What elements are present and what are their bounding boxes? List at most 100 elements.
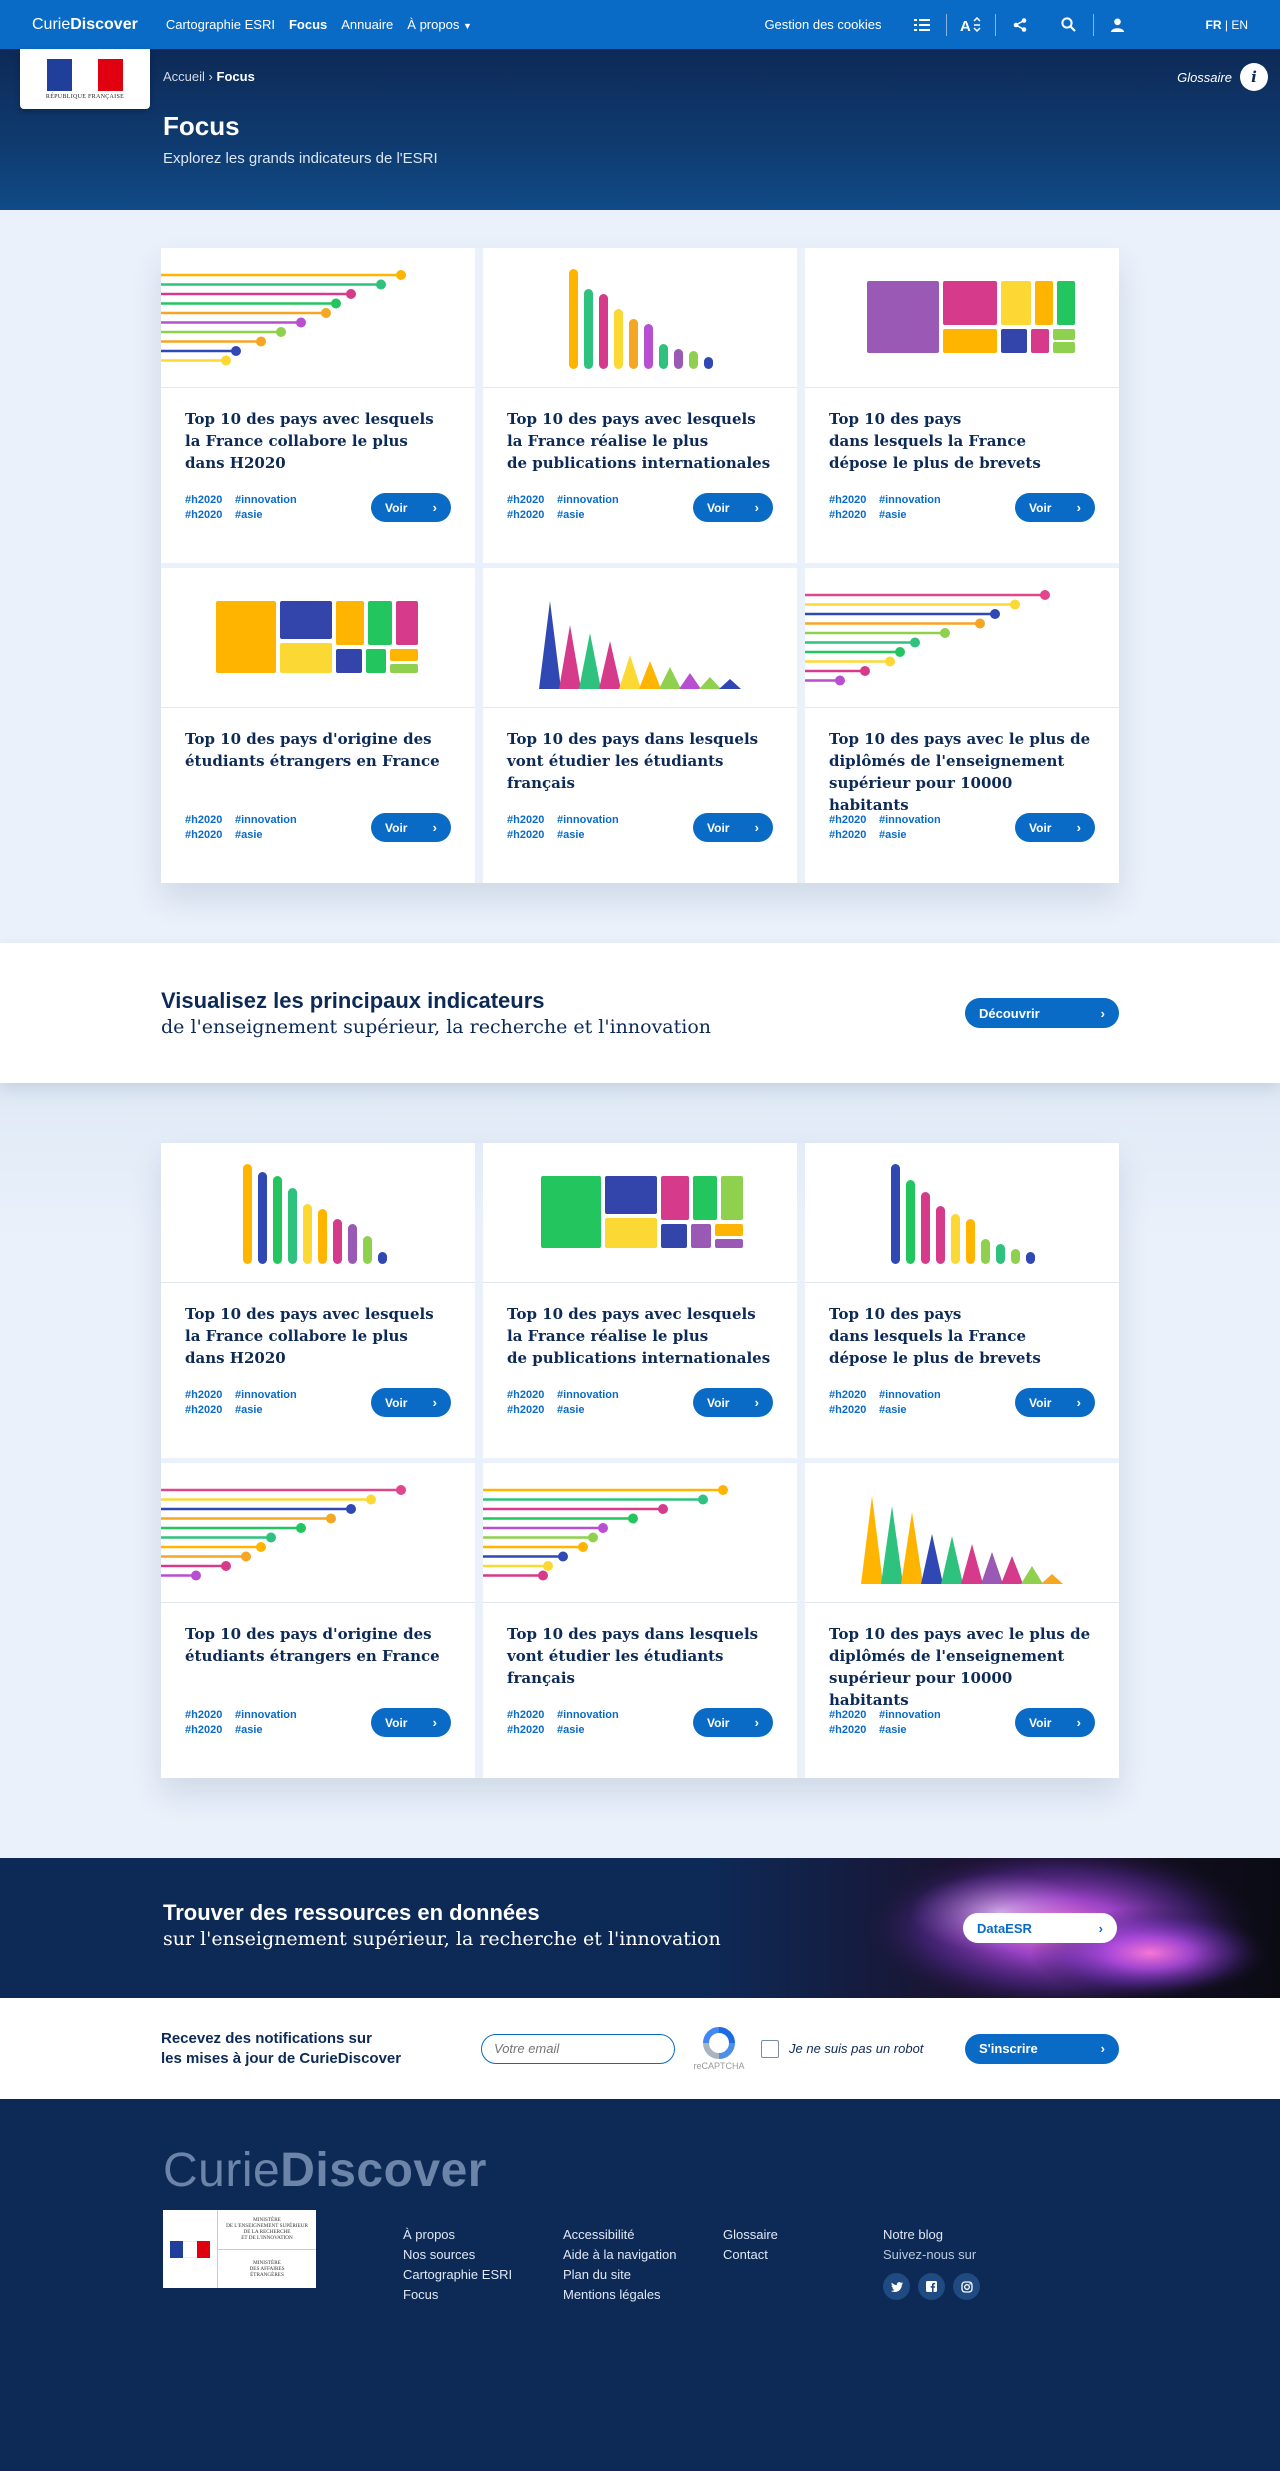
tag[interactable]: #h2020 (829, 814, 879, 826)
focus-card[interactable]: Top 10 des pays avec le plus de diplômés… (805, 568, 1119, 883)
tag[interactable]: #innovation (557, 494, 619, 506)
email-input[interactable] (481, 2033, 675, 2064)
focus-card[interactable]: Top 10 des pays avec lesquels la France … (161, 1143, 475, 1458)
voir-button[interactable]: Voir › (693, 1708, 773, 1737)
focus-card[interactable]: Top 10 des pays avec lesquels la France … (483, 248, 797, 563)
focus-card[interactable]: Top 10 des pays avec lesquels la France … (483, 1143, 797, 1458)
tag[interactable]: #h2020 (829, 509, 879, 521)
tag[interactable]: #innovation (557, 1709, 619, 1721)
tag[interactable]: #h2020 (507, 1709, 557, 1721)
tag[interactable]: #asie (235, 509, 297, 521)
tag[interactable]: #asie (557, 829, 619, 841)
text-size-icon[interactable]: A (953, 10, 989, 40)
nav-cartographie[interactable]: Cartographie ESRI (166, 17, 275, 32)
tag[interactable]: #h2020 (507, 1724, 557, 1736)
tag[interactable]: #innovation (235, 814, 297, 826)
tag[interactable]: #asie (235, 829, 297, 841)
tag[interactable]: #innovation (879, 814, 941, 826)
footer-link[interactable]: Mentions légales (563, 2285, 676, 2305)
tag[interactable]: #asie (879, 1724, 941, 1736)
focus-card[interactable]: Top 10 des pays d'origine des étudiants … (161, 1463, 475, 1778)
focus-card[interactable]: Top 10 des pays avec lesquels la France … (161, 248, 475, 563)
nav-annuaire[interactable]: Annuaire (341, 17, 393, 32)
nav-focus[interactable]: Focus (289, 17, 327, 32)
tag[interactable]: #h2020 (185, 1709, 235, 1721)
dataesr-button[interactable]: DataESR › (963, 1913, 1117, 1943)
tag[interactable]: #h2020 (829, 1389, 879, 1401)
footer-brand[interactable]: CurieDiscover (163, 2143, 487, 2198)
list-icon[interactable] (904, 10, 940, 40)
voir-button[interactable]: Voir › (1015, 813, 1095, 842)
tag[interactable]: #h2020 (185, 1404, 235, 1416)
tag[interactable]: #h2020 (829, 829, 879, 841)
tag[interactable]: #h2020 (507, 509, 557, 521)
blog-link[interactable]: Notre blog (883, 2225, 980, 2245)
focus-card[interactable]: Top 10 des pays dans lesquels vont étudi… (483, 568, 797, 883)
tag[interactable]: #asie (557, 1724, 619, 1736)
focus-card[interactable]: Top 10 des pays d'origine des étudiants … (161, 568, 475, 883)
tag[interactable]: #h2020 (507, 829, 557, 841)
tag[interactable]: #h2020 (829, 1709, 879, 1721)
tag[interactable]: #innovation (557, 1389, 619, 1401)
tag[interactable]: #innovation (879, 1709, 941, 1721)
facebook-icon[interactable] (918, 2273, 945, 2300)
tag[interactable]: #innovation (557, 814, 619, 826)
tag[interactable]: #h2020 (829, 1404, 879, 1416)
glossaire-button[interactable]: Glossaire i (1177, 63, 1268, 91)
footer-link[interactable]: Accessibilité (563, 2225, 676, 2245)
tag[interactable]: #h2020 (185, 494, 235, 506)
user-icon[interactable] (1100, 10, 1136, 40)
voir-button[interactable]: Voir › (371, 1708, 451, 1737)
voir-button[interactable]: Voir › (1015, 1708, 1095, 1737)
tag[interactable]: #innovation (879, 494, 941, 506)
tag[interactable]: #asie (235, 1724, 297, 1736)
voir-button[interactable]: Voir › (693, 1388, 773, 1417)
tag[interactable]: #h2020 (829, 494, 879, 506)
tag[interactable]: #asie (879, 1404, 941, 1416)
tag[interactable]: #asie (235, 1404, 297, 1416)
voir-button[interactable]: Voir › (693, 493, 773, 522)
tag[interactable]: #h2020 (185, 829, 235, 841)
tag[interactable]: #h2020 (185, 1724, 235, 1736)
robot-checkbox[interactable] (761, 2039, 779, 2058)
tag[interactable]: #innovation (235, 1709, 297, 1721)
republique-francaise-logo[interactable]: RÉPUBLIQUE FRANÇAISE (20, 49, 150, 109)
focus-card[interactable]: Top 10 des pays dans lesquels la France … (805, 248, 1119, 563)
breadcrumb-home[interactable]: Accueil (163, 69, 205, 84)
nav-a-propos[interactable]: À propos ▼ (407, 17, 472, 32)
subscribe-button[interactable]: S'inscrire › (965, 2033, 1119, 2064)
footer-link[interactable]: Cartographie ESRI (403, 2265, 512, 2285)
twitter-icon[interactable] (883, 2273, 910, 2300)
voir-button[interactable]: Voir › (371, 493, 451, 522)
focus-card[interactable]: Top 10 des pays avec le plus de diplômés… (805, 1463, 1119, 1778)
tag[interactable]: #asie (557, 509, 619, 521)
ministry-logo[interactable]: MINISTÈRE DE L'ENSEIGNEMENT SUPÉRIEUR DE… (163, 2210, 316, 2288)
tag[interactable]: #asie (879, 509, 941, 521)
footer-link[interactable]: Contact (723, 2245, 778, 2265)
voir-button[interactable]: Voir › (371, 1388, 451, 1417)
search-icon[interactable] (1051, 10, 1087, 40)
tag[interactable]: #asie (557, 1404, 619, 1416)
voir-button[interactable]: Voir › (371, 813, 451, 842)
share-icon[interactable] (1002, 10, 1038, 40)
discover-button[interactable]: Découvrir › (965, 998, 1119, 1028)
footer-link[interactable]: À propos (403, 2225, 512, 2245)
focus-card[interactable]: Top 10 des pays dans lesquels la France … (805, 1143, 1119, 1458)
focus-card[interactable]: Top 10 des pays dans lesquels vont étudi… (483, 1463, 797, 1778)
footer-link[interactable]: Nos sources (403, 2245, 512, 2265)
instagram-icon[interactable] (953, 2273, 980, 2300)
tag[interactable]: #innovation (235, 494, 297, 506)
tag[interactable]: #h2020 (829, 1724, 879, 1736)
tag[interactable]: #h2020 (185, 509, 235, 521)
voir-button[interactable]: Voir › (693, 813, 773, 842)
tag[interactable]: #h2020 (507, 814, 557, 826)
tag[interactable]: #h2020 (185, 1389, 235, 1401)
lang-fr[interactable]: FR (1206, 18, 1222, 32)
voir-button[interactable]: Voir › (1015, 1388, 1095, 1417)
cookies-link[interactable]: Gestion des cookies (764, 17, 881, 32)
voir-button[interactable]: Voir › (1015, 493, 1095, 522)
tag[interactable]: #innovation (235, 1389, 297, 1401)
footer-link[interactable]: Aide à la navigation (563, 2245, 676, 2265)
tag[interactable]: #h2020 (507, 1389, 557, 1401)
footer-link[interactable]: Focus (403, 2285, 512, 2305)
